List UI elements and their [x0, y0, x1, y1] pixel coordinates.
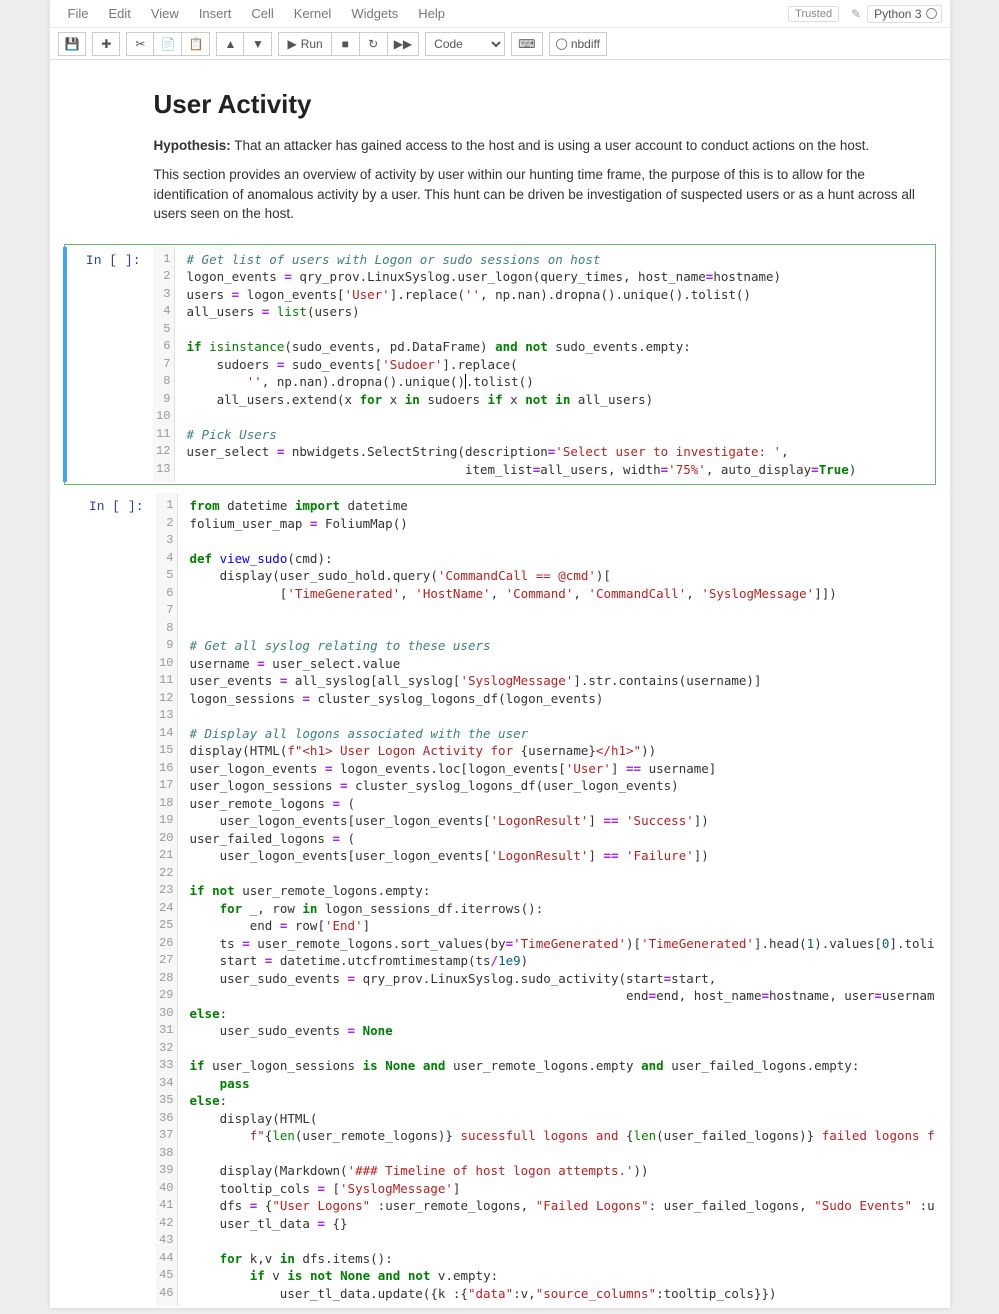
prompt-label: In [ ]: [63, 247, 147, 483]
menu-widgets[interactable]: Widgets [341, 2, 408, 25]
move-up-button[interactable]: ▲ [216, 32, 244, 56]
section-description: This section provides an overview of act… [154, 165, 939, 224]
restart-run-all-button[interactable]: ▶▶ [388, 32, 419, 56]
restart-button[interactable]: ↻ [360, 32, 388, 56]
cell-type-select[interactable]: Code [425, 32, 505, 56]
toolbar: 💾 ✚ ✂ 📄 📋 ▲ ▼ ▶ Run ■ ↻ ▶▶ [50, 28, 950, 60]
line-gutter: 1 2 3 4 5 6 7 8 9 10 11 12 13 [153, 247, 175, 483]
stop-icon: ■ [342, 37, 349, 51]
save-icon: 💾 [65, 37, 80, 51]
save-button[interactable]: 💾 [58, 32, 87, 56]
hypothesis-paragraph: Hypothesis: That an attacker has gained … [154, 136, 939, 156]
run-button[interactable]: ▶ Run [278, 32, 331, 56]
copy-button[interactable]: 📄 [154, 32, 182, 56]
code-cell-1[interactable]: In [ ]: 1 2 3 4 5 6 7 8 9 10 11 12 13 # … [64, 244, 936, 486]
line-gutter: 1 2 3 4 5 6 7 8 9 10 11 12 13 14 15 16 1… [156, 493, 178, 1306]
markdown-cell[interactable]: User Activity Hypothesis: That an attack… [50, 78, 950, 238]
menu-help[interactable]: Help [408, 2, 455, 25]
menu-insert[interactable]: Insert [189, 2, 242, 25]
kernel-indicator[interactable]: Python 3 [867, 5, 941, 23]
pencil-icon[interactable]: ✎ [845, 7, 867, 21]
notebook-container: File Edit View Insert Cell Kernel Widget… [50, 0, 950, 1308]
arrow-up-icon: ▲ [225, 37, 237, 51]
menu-edit[interactable]: Edit [98, 2, 140, 25]
kernel-name-label: Python 3 [874, 7, 921, 21]
menu-file[interactable]: File [58, 2, 99, 25]
notebook-body: User Activity Hypothesis: That an attack… [50, 60, 950, 1308]
hypothesis-text: That an attacker has gained access to th… [231, 138, 869, 153]
restart-icon: ↻ [368, 37, 378, 51]
copy-icon: 📄 [160, 37, 175, 51]
scissors-icon: ✂ [135, 37, 145, 51]
paste-icon: 📋 [188, 37, 203, 51]
circle-icon: ◯ [556, 37, 568, 50]
trusted-badge[interactable]: Trusted [788, 6, 839, 22]
plus-icon: ✚ [101, 37, 111, 51]
section-heading: User Activity [154, 86, 939, 124]
paste-button[interactable]: 📋 [182, 32, 210, 56]
play-icon: ▶ [287, 37, 296, 51]
code-editor[interactable]: # Get list of users with Logon or sudo s… [181, 247, 933, 483]
nbdiff-button[interactable]: ◯ nbdiff [549, 32, 607, 56]
code-cell-2[interactable]: In [ ]: 1 2 3 4 5 6 7 8 9 10 11 12 13 14… [64, 491, 936, 1308]
arrow-down-icon: ▼ [252, 37, 264, 51]
interrupt-button[interactable]: ■ [332, 32, 360, 56]
code-editor[interactable]: from datetime import datetime folium_use… [184, 493, 934, 1306]
menu-bar: File Edit View Insert Cell Kernel Widget… [50, 0, 950, 28]
nbdiff-label: nbdiff [571, 37, 600, 51]
cut-button[interactable]: ✂ [126, 32, 154, 56]
run-label: Run [301, 37, 323, 51]
move-down-button[interactable]: ▼ [244, 32, 272, 56]
kernel-status-circle-icon [926, 8, 937, 19]
hypothesis-label: Hypothesis: [154, 138, 231, 153]
fast-forward-icon: ▶▶ [394, 37, 412, 51]
prompt-label: In [ ]: [66, 493, 150, 1306]
menu-view[interactable]: View [141, 2, 189, 25]
menu-cell[interactable]: Cell [241, 2, 283, 25]
menu-kernel[interactable]: Kernel [284, 2, 342, 25]
keyboard-icon: ⌨ [518, 37, 535, 51]
insert-cell-button[interactable]: ✚ [92, 32, 120, 56]
command-palette-button[interactable]: ⌨ [511, 32, 542, 56]
